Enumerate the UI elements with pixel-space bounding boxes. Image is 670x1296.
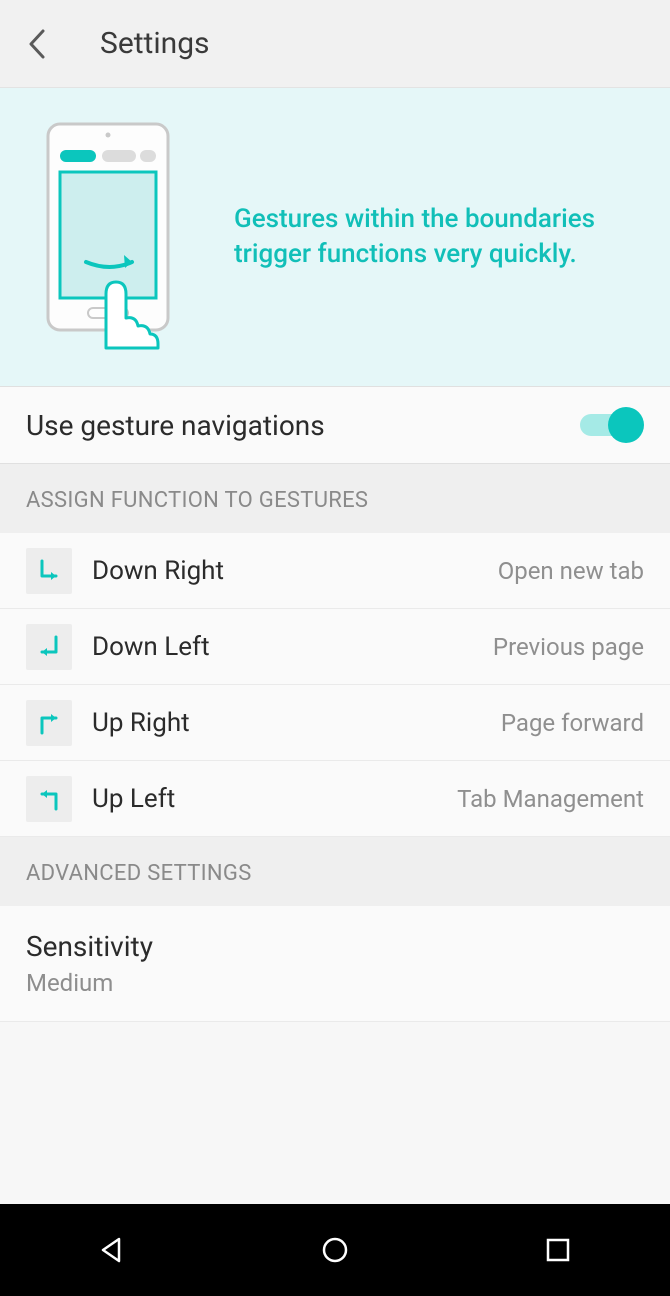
up-left-icon (26, 776, 72, 822)
sensitivity-row[interactable]: Sensitivity Medium (0, 906, 670, 1022)
page-title: Settings (100, 26, 210, 61)
gesture-row-down-right[interactable]: Down Right Open new tab (0, 533, 670, 609)
hero-illustration (40, 122, 188, 352)
app-header: Settings (0, 0, 670, 88)
back-icon[interactable] (24, 32, 48, 56)
gesture-row-up-left[interactable]: Up Left Tab Management (0, 761, 670, 837)
gesture-row-up-right[interactable]: Up Right Page forward (0, 685, 670, 761)
section-header-advanced: ADVANCED SETTINGS (0, 837, 670, 906)
nav-home-button[interactable] (313, 1228, 357, 1272)
gesture-label: Up Left (92, 784, 457, 814)
gesture-value: Page forward (501, 709, 644, 737)
sensitivity-value: Medium (26, 969, 644, 997)
gesture-label: Down Right (92, 556, 498, 586)
nav-back-button[interactable] (90, 1228, 134, 1272)
toggle-switch[interactable] (580, 408, 644, 442)
system-navbar (0, 1204, 670, 1296)
down-left-icon (26, 624, 72, 670)
gesture-value: Previous page (493, 633, 644, 661)
gesture-row-down-left[interactable]: Down Left Previous page (0, 609, 670, 685)
empty-fill (0, 1022, 670, 1204)
section-header-assign: ASSIGN FUNCTION TO GESTURES (0, 464, 670, 533)
nav-recents-button[interactable] (536, 1228, 580, 1272)
toggle-row-gesture-nav[interactable]: Use gesture navigations (0, 386, 670, 464)
up-right-icon (26, 700, 72, 746)
app-root: Settings Gestures (0, 0, 670, 1296)
gesture-value: Tab Management (457, 785, 644, 813)
gesture-label: Down Left (92, 632, 493, 662)
hero-text: Gestures within the boundaries trigger f… (234, 202, 642, 272)
hero-banner: Gestures within the boundaries trigger f… (0, 88, 670, 386)
toggle-label: Use gesture navigations (26, 409, 580, 442)
gesture-value: Open new tab (498, 557, 644, 585)
down-right-icon (26, 548, 72, 594)
sensitivity-label: Sensitivity (26, 930, 644, 963)
gesture-label: Up Right (92, 708, 501, 738)
